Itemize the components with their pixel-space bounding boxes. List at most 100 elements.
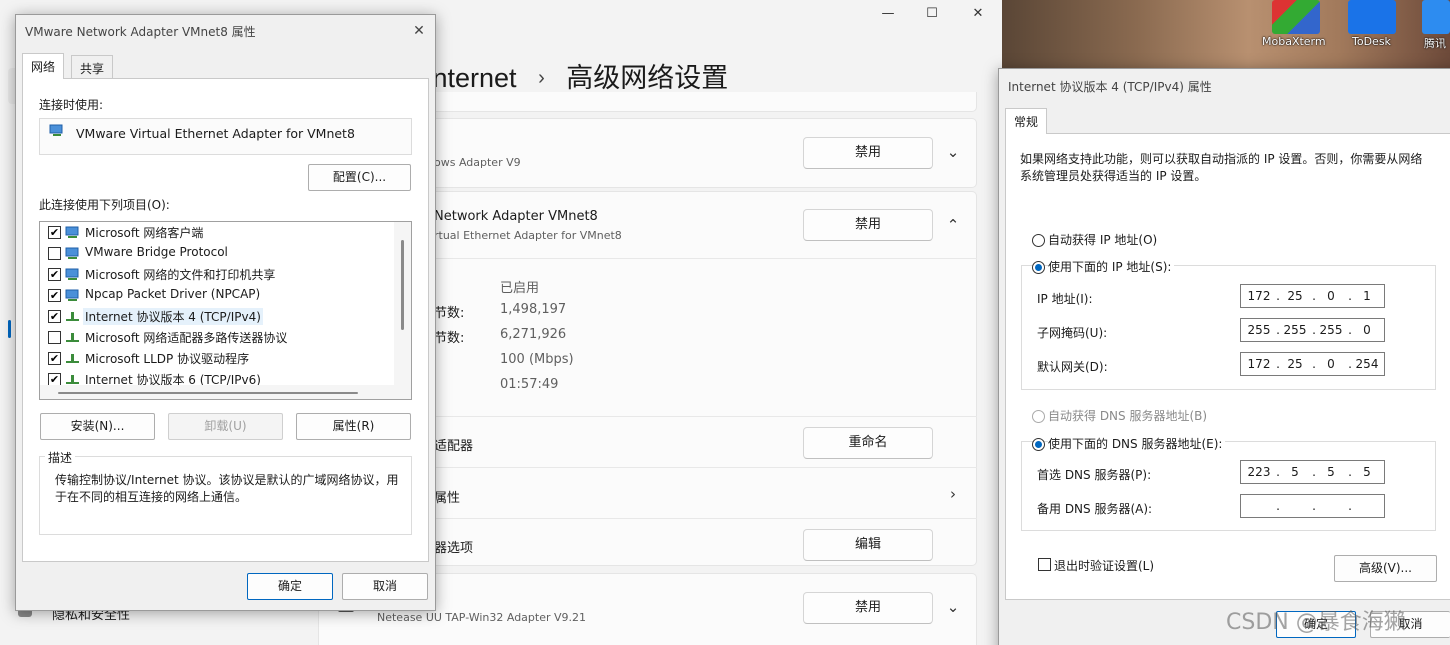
auto-dns-label[interactable]: 自动获得 DNS 服务器地址(B) [1048,407,1207,424]
maximize-icon[interactable]: ☐ [922,4,942,24]
network-client-icon [65,268,79,280]
checkbox[interactable]: ✔ [48,352,61,365]
auto-ip-radio[interactable] [1032,234,1045,247]
list-item[interactable]: VMware Bridge Protocol [40,243,395,264]
ok-button[interactable]: 确定 [247,573,333,600]
chevron-down-icon[interactable]: ⌄ [943,598,963,616]
configure-button[interactable]: 配置(C)... [308,164,411,191]
list-item-label: Internet 协议版本 4 (TCP/IPv4) [83,308,263,325]
preferred-dns-input[interactable]: 223. 5. 5. 5 [1240,460,1385,484]
list-item[interactable]: Microsoft 网络适配器多路传送器协议 [40,327,395,348]
list-item[interactable]: ✔ Npcap Packet Driver (NPCAP) [40,285,395,306]
list-item-label: Npcap Packet Driver (NPCAP) [85,287,261,301]
subnet-mask-input[interactable]: 255. 255. 255. 0 [1240,318,1385,342]
dialog-title: Internet 协议版本 4 (TCP/IPv4) 属性 [1008,80,1212,94]
rename-button[interactable]: 重命名 [803,427,933,459]
gateway-label: 默认网关(D): [1037,360,1108,374]
ip-octet: 25 [1287,357,1303,371]
tab-network[interactable]: 网络 [22,53,65,79]
scrollbar-thumb[interactable] [58,392,358,394]
gateway-input[interactable]: 172. 25. 0. 254 [1240,352,1385,376]
items-list[interactable]: ✔ Microsoft 网络客户端 VMware Bridge Protocol … [39,221,412,400]
validate-label[interactable]: 退出时验证设置(L) [1054,557,1154,574]
ip-octet: 255 [1247,323,1271,337]
disable-adapter-3-button[interactable]: 禁用 [803,592,933,624]
disable-adapter-2-button[interactable]: 禁用 [803,209,933,241]
connect-using-label: 连接时使用: [39,98,104,112]
ip-octet: 223 [1247,465,1271,479]
prop-value-status: 已启用 [500,281,540,296]
auto-dns-radio[interactable] [1032,410,1045,423]
list-item[interactable]: ✔ Microsoft 网络客户端 [40,222,395,243]
prop-value-received: 6,271,926 [500,327,567,342]
manual-dns-radio[interactable] [1032,438,1045,451]
alternate-dns-label: 备用 DNS 服务器(A): [1037,502,1153,516]
tab-general[interactable]: 常规 [1005,108,1048,134]
page-title: Internet › 高级网络设置 [425,56,728,95]
mobaxterm-icon[interactable] [1272,0,1320,34]
properties-button[interactable]: 属性(R) [296,413,411,440]
sidebar-selection-indicator [8,320,11,338]
disable-adapter-1-button[interactable]: 禁用 [803,137,933,169]
description-label: 描述 [45,449,76,466]
close-icon[interactable]: ✕ [409,21,429,41]
checkbox[interactable]: ✔ [48,310,61,323]
uninstall-button[interactable]: 卸载(U) [168,413,283,440]
horizontal-scrollbar[interactable] [40,385,396,399]
chevron-down-icon[interactable]: ⌄ [943,143,963,161]
dot: . [1348,499,1352,513]
checkbox[interactable]: ✔ [48,268,61,281]
checkbox[interactable]: ✔ [48,226,61,239]
rename-adapter-label: 适配器 [434,439,474,454]
todesk-icon[interactable] [1348,0,1396,34]
desktop-label-todesk[interactable]: ToDesk [1352,35,1391,48]
close-icon[interactable]: ✕ [968,4,988,24]
prop-label-received: 节数: [434,331,465,346]
auto-ip-label[interactable]: 自动获得 IP 地址(O) [1048,231,1157,248]
desktop-background: MobaXterm ToDesk 腾讯 [1002,0,1450,68]
alternate-dns-input[interactable]: . . . [1240,494,1385,518]
manual-ip-label[interactable]: 使用下面的 IP 地址(S): [1048,258,1175,275]
prop-label-sent: 节数: [434,306,465,321]
desktop-label-mobaxterm[interactable]: MobaXterm [1262,35,1326,48]
advanced-button[interactable]: 高级(V)... [1334,555,1437,582]
checkbox[interactable] [48,331,61,344]
ip-octet: 5 [1363,465,1371,479]
items-label: 此连接使用下列项目(O): [39,198,170,212]
adapter-3-name: Netease UU TAP-Win32 Adapter V9.21 [377,611,587,624]
dot: . [1312,499,1316,513]
adapter-options-label: 器选项 [434,541,474,556]
validate-checkbox[interactable] [1038,558,1051,571]
vertical-scrollbar[interactable] [394,222,411,399]
list-item[interactable]: ✔ Internet 协议版本 4 (TCP/IPv4) [40,306,395,327]
tencent-icon[interactable] [1422,0,1450,34]
intro-text: 如果网络支持此功能，则可以获取自动指派的 IP 设置。否则，你需要从网络系统管理… [1020,152,1423,183]
checkbox[interactable] [48,247,61,260]
scrollbar-thumb[interactable] [401,240,404,330]
minimize-icon[interactable]: — [878,4,898,24]
protocol-icon [66,354,79,363]
ip-address-input[interactable]: 172. 25. 0. 1 [1240,284,1385,308]
ip-octet: 0 [1327,357,1335,371]
tab-sharing[interactable]: 共享 [71,55,114,79]
ip-octet: 5 [1327,465,1335,479]
manual-dns-label[interactable]: 使用下面的 DNS 服务器地址(E): [1048,435,1226,452]
checkbox[interactable]: ✔ [48,289,61,302]
list-item-label: Microsoft 网络客户端 [85,226,204,240]
breadcrumb-parent[interactable]: Internet [425,63,517,93]
manual-ip-radio[interactable] [1032,261,1045,274]
protocol-icon [66,333,79,342]
ip-octet: 172 [1247,289,1271,303]
install-button[interactable]: 安装(N)... [40,413,155,440]
chevron-up-icon[interactable]: ⌃ [943,216,963,234]
breadcrumb-current: 高级网络设置 [566,63,729,93]
list-item[interactable]: ✔ Microsoft 网络的文件和打印机共享 [40,264,395,285]
dialog-title: VMware Network Adapter VMnet8 属性 [25,25,256,39]
list-item[interactable]: ✔ Microsoft LLDP 协议驱动程序 [40,348,395,369]
edit-button[interactable]: 编辑 [803,529,933,561]
chevron-right-icon[interactable]: › [943,485,963,503]
cancel-button[interactable]: 取消 [342,573,428,600]
desktop-label-tencent[interactable]: 腾讯 [1424,35,1446,51]
more-properties-label[interactable]: 属性 [434,487,460,506]
network-client-icon [65,289,79,301]
